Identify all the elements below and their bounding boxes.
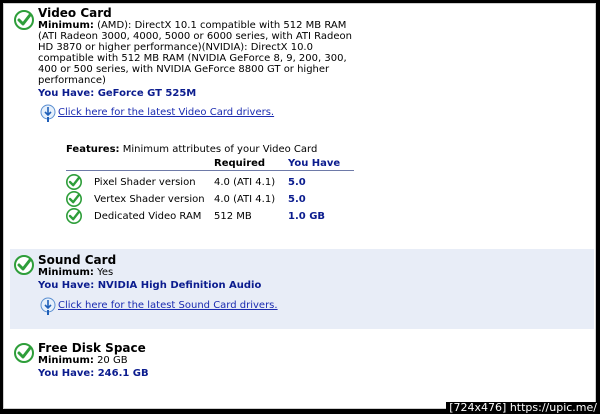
features-title: Features: Minimum attributes of your Vid… — [66, 144, 318, 155]
download-icon — [40, 297, 56, 315]
check-icon — [14, 10, 34, 30]
video-minimum-line: compatible with 512 MB RAM (NVIDIA GeFor… — [38, 53, 347, 64]
table-row: Dedicated Video RAM 512 MB 1.0 GB — [66, 208, 354, 225]
feature-have: 1.0 GB — [288, 211, 326, 222]
sound-you-have: You Have: NVIDIA High Definition Audio — [38, 280, 262, 291]
feature-have: 5.0 — [288, 194, 306, 205]
header-divider — [66, 170, 354, 171]
video-driver-link[interactable]: Click here for the latest Video Card dri… — [58, 107, 274, 118]
disk-minimum: Minimum: 20 GB — [38, 355, 128, 366]
sound-minimum: Minimum: Yes — [38, 267, 114, 278]
feature-name: Dedicated Video RAM — [94, 211, 202, 222]
video-you-have: You Have: GeForce GT 525M — [38, 88, 197, 99]
video-minimum-line: 400 or 500 series, with NVIDIA GeForce 8… — [38, 64, 330, 75]
table-row: Pixel Shader version 4.0 (ATI 4.1) 5.0 — [66, 174, 354, 191]
video-minimum: Minimum: (AMD): DirectX 10.1 compatible … — [38, 20, 347, 31]
video-minimum-line: performance) — [38, 75, 106, 86]
video-minimum-line: HD 3870 or higher performance)(NVIDIA): … — [38, 42, 313, 53]
check-icon — [66, 208, 82, 224]
disk-space-section: Free Disk Space Minimum: 20 GB You Have:… — [10, 337, 594, 397]
col-have-header: You Have — [288, 158, 341, 169]
sound-driver-link[interactable]: Click here for the latest Sound Card dri… — [58, 300, 278, 311]
check-icon — [66, 191, 82, 207]
check-icon — [14, 343, 34, 363]
video-minimum-line: (ATI Radeon 3000, 4000, 5000 or 6000 ser… — [38, 31, 352, 42]
download-icon — [40, 104, 56, 122]
check-icon — [66, 174, 82, 190]
feature-name: Vertex Shader version — [94, 194, 205, 205]
feature-required: 512 MB — [214, 211, 252, 222]
feature-required: 4.0 (ATI 4.1) — [214, 177, 276, 188]
disk-space-title: Free Disk Space — [38, 341, 146, 355]
sound-card-section: Sound Card Minimum: Yes You Have: NVIDIA… — [10, 249, 594, 329]
table-row: Vertex Shader version 4.0 (ATI 4.1) 5.0 — [66, 191, 354, 208]
watermark: [724x476] https://upic.me/ — [446, 402, 600, 414]
sound-card-title: Sound Card — [38, 253, 117, 267]
requirements-panel: Video Card Minimum: (AMD): DirectX 10.1 … — [3, 3, 596, 409]
check-icon — [14, 255, 34, 275]
feature-required: 4.0 (ATI 4.1) — [214, 194, 276, 205]
feature-name: Pixel Shader version — [94, 177, 196, 188]
video-card-title: Video Card — [38, 6, 112, 20]
feature-have: 5.0 — [288, 177, 306, 188]
video-card-section: Video Card Minimum: (AMD): DirectX 10.1 … — [10, 4, 594, 244]
disk-you-have: You Have: 246.1 GB — [38, 368, 149, 379]
col-required-header: Required — [214, 158, 266, 169]
